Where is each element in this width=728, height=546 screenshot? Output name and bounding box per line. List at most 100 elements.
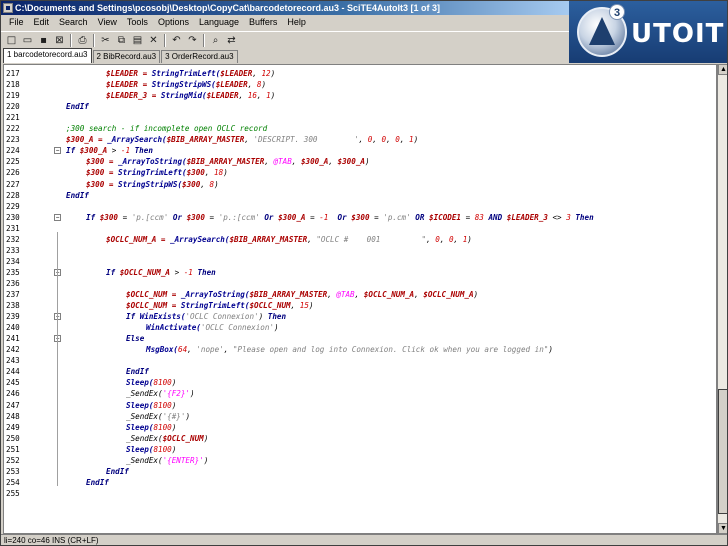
line-number: 249 xyxy=(6,422,20,432)
code-text: If $300 = 'p.[ccm' Or $300 = 'p.:[ccm' O… xyxy=(86,212,594,223)
code-line[interactable]: 246 _SendEx('{F2}') xyxy=(4,388,716,399)
copy-icon[interactable]: ⧉ xyxy=(114,33,129,48)
scroll-up-arrow-icon[interactable]: ▲ xyxy=(718,64,727,75)
code-line[interactable]: 226 $300 = StringTrimLeft($300, 18) xyxy=(4,167,716,178)
token-plain: , xyxy=(399,135,409,145)
token-macro: @TAB xyxy=(273,157,292,167)
code-line[interactable]: 220 EndIf xyxy=(4,101,716,112)
menu-bar: File Edit Search View Tools Options Lang… xyxy=(1,15,569,30)
code-line[interactable]: 242 MsgBox(64, 'nope', "Please open and l… xyxy=(4,344,716,355)
code-line[interactable]: 251 Sleep(8100) xyxy=(4,444,716,455)
code-line[interactable]: 248 _SendEx('{#}') xyxy=(4,411,716,422)
title-bar[interactable]: C:\Documents and Settings\pcosobj\Deskto… xyxy=(1,1,569,15)
code-text: EndIf xyxy=(66,101,89,112)
open-file-icon[interactable]: ▭ xyxy=(20,33,35,48)
code-line[interactable]: 223 $300_A = _ArraySearch($BIB_ARRAY_MAST… xyxy=(4,134,716,145)
token-number: 64 xyxy=(178,345,188,355)
code-line[interactable]: 227 $300 = StringStripWS($300, 8) xyxy=(4,179,716,190)
token-function: WinExists( xyxy=(139,312,186,322)
code-line[interactable]: 228 EndIf xyxy=(4,190,716,201)
token-plain: , xyxy=(291,157,301,167)
code-line[interactable]: 245 Sleep(8100) xyxy=(4,377,716,388)
vertical-scrollbar[interactable]: ▲ ▼ xyxy=(717,64,727,534)
token-plain: , xyxy=(187,345,197,355)
token-plain: ) xyxy=(223,168,228,178)
code-line[interactable]: 241−Else xyxy=(4,333,716,344)
code-line[interactable]: 239−If WinExists('OCLC Connexion') Then xyxy=(4,311,716,322)
token-variable: $LEADER = xyxy=(106,69,152,78)
token-function: _ArraySearch( xyxy=(107,135,167,145)
token-keyword: Then xyxy=(267,312,287,322)
line-number: 242 xyxy=(6,345,20,355)
code-line[interactable]: 221 xyxy=(4,112,716,123)
tab-bibrecord[interactable]: 2 BibRecord.au3 xyxy=(92,50,161,63)
redo-icon[interactable]: ↷ xyxy=(185,33,200,48)
undo-icon[interactable]: ↶ xyxy=(169,33,184,48)
paste-icon[interactable]: ▤ xyxy=(130,33,145,48)
close-file-icon[interactable]: ⊠ xyxy=(52,33,67,48)
code-line[interactable]: 230 − If $300 = 'p.[ccm' Or $300 = 'p.:[cc… xyxy=(4,212,716,223)
menu-help[interactable]: Help xyxy=(282,15,311,30)
print-icon[interactable]: ⎙ xyxy=(75,33,90,48)
cut-icon[interactable]: ✂ xyxy=(98,33,113,48)
token-variable: $LEADER xyxy=(215,80,248,90)
code-line[interactable]: 222 ;300 search - if incomplete open OCLC… xyxy=(4,123,716,134)
line-number: 251 xyxy=(6,444,20,454)
code-line[interactable]: 238 $OCLC_NUM = StringTrimLeft($OCLC_NUM,… xyxy=(4,300,716,311)
code-line[interactable]: 224 − If $300_A > -1 Then xyxy=(4,145,716,156)
menu-tools[interactable]: Tools xyxy=(122,15,153,30)
code-line[interactable]: 250 _SendEx($OCLC_NUM) xyxy=(4,433,716,444)
new-file-icon[interactable]: □ xyxy=(4,33,19,48)
code-line[interactable]: 255 xyxy=(4,488,716,499)
toolbar-separator xyxy=(70,33,72,47)
code-line[interactable]: 235−If $OCLC_NUM_A > -1 Then xyxy=(4,267,716,278)
code-line[interactable]: 237 $OCLC_NUM = _ArrayToString($BIB_ARRAY… xyxy=(4,289,716,300)
code-line[interactable]: 229 xyxy=(4,201,716,212)
menu-buffers[interactable]: Buffers xyxy=(244,15,282,30)
token-number: 8100 xyxy=(153,378,172,388)
save-icon[interactable]: ▪ xyxy=(36,33,51,48)
scrollbar-thumb[interactable] xyxy=(718,389,727,514)
token-keyword: Else xyxy=(126,334,145,344)
replace-icon[interactable]: ⇄ xyxy=(224,33,239,48)
code-line[interactable]: 244 EndIf xyxy=(4,366,716,377)
fold-toggle-icon[interactable]: − xyxy=(54,147,61,155)
delete-icon[interactable]: ✕ xyxy=(146,33,161,48)
tab-orderrecord[interactable]: 3 OrderRecord.au3 xyxy=(161,50,238,63)
code-line[interactable]: 217 $LEADER = StringTrimLeft($LEADER, 12) xyxy=(4,68,716,79)
code-line[interactable]: 254 EndIf xyxy=(4,477,716,488)
scroll-down-arrow-icon[interactable]: ▼ xyxy=(718,523,727,534)
code-editor[interactable]: 217 $LEADER = StringTrimLeft($LEADER, 12)… xyxy=(3,64,717,534)
tab-barcodetorecord[interactable]: 1 barcodetorecord.au3 xyxy=(3,48,92,63)
token-number: 16 xyxy=(247,91,257,101)
code-line[interactable]: 243 xyxy=(4,355,716,366)
token-variable: $300 xyxy=(186,168,205,178)
code-line[interactable]: 236 xyxy=(4,278,716,289)
code-line[interactable]: 225 $300 = _ArrayToString($BIB_ARRAY_MAST… xyxy=(4,156,716,167)
menu-search[interactable]: Search xyxy=(54,15,93,30)
code-line[interactable]: 234 xyxy=(4,256,716,267)
code-text: $300 = _ArrayToString($BIB_ARRAY_MASTER,… xyxy=(86,156,370,167)
menu-file[interactable]: File xyxy=(4,15,29,30)
token-variable: $300_A xyxy=(300,157,329,167)
token-plain: > xyxy=(107,146,121,156)
line-number: 227 xyxy=(6,179,20,189)
code-line[interactable]: 231 xyxy=(4,223,716,234)
code-line[interactable]: 252 _SendEx('{ENTER}') xyxy=(4,455,716,466)
menu-view[interactable]: View xyxy=(93,15,122,30)
code-line[interactable]: 233 xyxy=(4,245,716,256)
code-line[interactable]: 219 $LEADER_3 = StringMid($LEADER, 16, 1) xyxy=(4,90,716,101)
line-number: 219 xyxy=(6,91,20,101)
fold-toggle-icon[interactable]: − xyxy=(54,213,61,221)
code-line[interactable]: 247 Sleep(8100) xyxy=(4,400,716,411)
token-keyword: OR xyxy=(410,212,429,222)
code-line[interactable]: 218 $LEADER = StringStripWS($LEADER, 8) xyxy=(4,79,716,90)
menu-edit[interactable]: Edit xyxy=(29,15,55,30)
code-line[interactable]: 232 $OCLC_NUM_A = _ArraySearch($BIB_ARRAY… xyxy=(4,234,716,245)
code-line[interactable]: 240 WinActivate('OCLC Connexion') xyxy=(4,322,716,333)
code-line[interactable]: 249 Sleep(8100) xyxy=(4,422,716,433)
find-icon[interactable]: ⌕ xyxy=(208,33,223,48)
menu-language[interactable]: Language xyxy=(194,15,244,30)
code-line[interactable]: 253 EndIf xyxy=(4,466,716,477)
menu-options[interactable]: Options xyxy=(153,15,194,30)
